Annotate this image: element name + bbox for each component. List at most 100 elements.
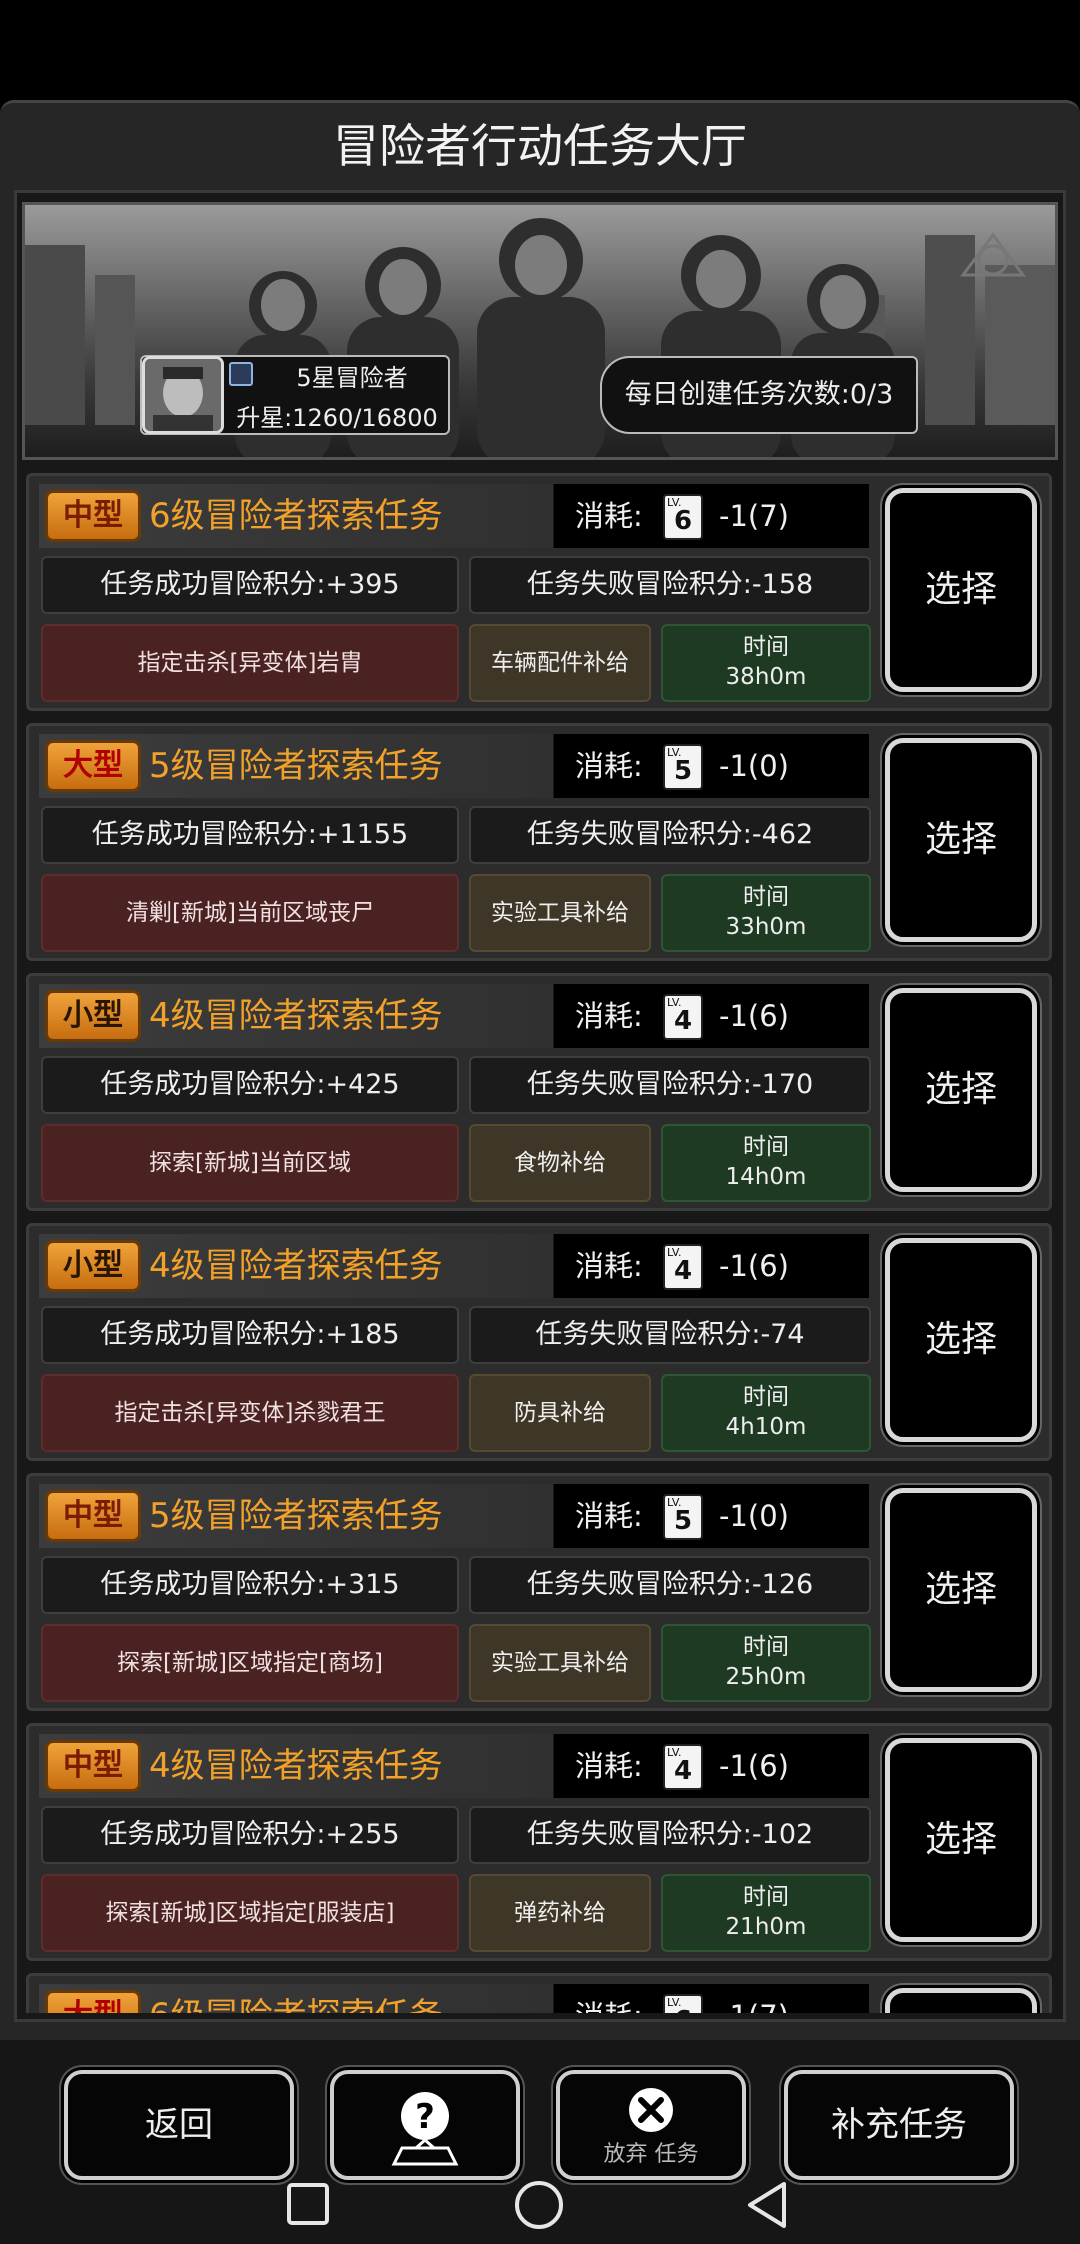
level-ticket-number: 4 <box>673 1256 693 1286</box>
fail-points: 任务失败冒险积分:-462 <box>469 806 871 864</box>
time-label: 时间 <box>743 634 789 660</box>
level-ticket-number: 5 <box>673 1506 693 1536</box>
time-value: 14h0m <box>725 1164 807 1190</box>
rank-badge-icon <box>229 362 253 386</box>
task-card[interactable]: 中型 4级冒险者探索任务 消耗: LV. 4 -1(6) 任务成功冒险积分:+255 任务失败… <box>26 1723 1052 1961</box>
square-icon[interactable] <box>286 2182 330 2226</box>
task-size-badge: 大型 <box>45 1990 141 2013</box>
level-ticket-number: 6 <box>673 506 693 536</box>
task-size-badge: 小型 <box>45 990 141 1042</box>
success-points: 任务成功冒险积分:+185 <box>41 1306 459 1364</box>
rank-progress: 升星:1260/16800 <box>236 404 438 432</box>
fail-points: 任务失败冒险积分:-126 <box>469 1556 871 1614</box>
task-time: 时间 14h0m <box>661 1124 871 1202</box>
success-points: 任务成功冒险积分:+255 <box>41 1806 459 1864</box>
success-points: 任务成功冒险积分:+425 <box>41 1056 459 1114</box>
task-time: 时间 21h0m <box>661 1874 871 1952</box>
task-target: 探索[新城]区域指定[服装店] <box>41 1874 459 1952</box>
level-ticket-icon: LV. 4 <box>663 1744 703 1790</box>
level-ticket-icon: LV.6 <box>663 1994 703 2013</box>
task-name: 4级冒险者探索任务 <box>149 1246 443 1286</box>
task-target: 探索[新城]区域指定[商场] <box>41 1624 459 1702</box>
select-button[interactable]: 选择 <box>885 1738 1037 1942</box>
task-list[interactable]: 中型 6级冒险者探索任务 消耗: LV. 6 -1(7) 任务成功冒险积分:+395 任务失败… <box>22 465 1058 2013</box>
level-ticket-icon: LV. 4 <box>663 994 703 1040</box>
task-reward: 实验工具补给 <box>469 1624 651 1702</box>
select-button[interactable]: 选择 <box>885 1238 1037 1442</box>
circle-icon[interactable] <box>514 2180 564 2230</box>
task-name: 5级冒险者探索任务 <box>149 746 443 786</box>
time-value: 21h0m <box>725 1914 807 1940</box>
rank-name: 5星冒险者 <box>296 364 408 392</box>
cost-label: 消耗: <box>575 1499 643 1533</box>
cost-label: 消耗: <box>575 999 643 1033</box>
success-points: 任务成功冒险积分:+395 <box>41 556 459 614</box>
cost-label: 消耗: <box>575 1986 643 2013</box>
task-time: 时间 25h0m <box>661 1624 871 1702</box>
cost-label: 消耗: <box>575 499 643 533</box>
task-reward: 实验工具补给 <box>469 874 651 952</box>
svg-text:?: ? <box>415 2097 435 2137</box>
task-card[interactable]: 大型 6级冒险者探索任务 消耗: LV.6 -1(7) 选择 <box>26 1973 1052 2013</box>
avatar[interactable] <box>142 356 224 434</box>
task-name: 5级冒险者探索任务 <box>149 1496 443 1536</box>
task-card[interactable]: 小型 4级冒险者探索任务 消耗: LV. 4 -1(6) 任务成功冒险积分:+425 任务失败… <box>26 973 1052 1211</box>
task-size-badge: 大型 <box>45 740 141 792</box>
system-nav-bar <box>0 2140 1080 2244</box>
task-reward: 车辆配件补给 <box>469 624 651 702</box>
fail-points: 任务失败冒险积分:-74 <box>469 1306 871 1364</box>
level-ticket-icon: LV. 5 <box>663 744 703 790</box>
cost-label: 消耗: <box>575 1249 643 1283</box>
select-button[interactable]: 选择 <box>885 1488 1037 1692</box>
task-size-badge: 中型 <box>45 1740 141 1792</box>
task-time: 时间 33h0m <box>661 874 871 952</box>
time-value: 25h0m <box>725 1664 807 1690</box>
time-value: 33h0m <box>725 914 807 940</box>
select-button[interactable]: 选择 <box>885 488 1037 692</box>
success-points: 任务成功冒险积分:+315 <box>41 1556 459 1614</box>
cost-label: 消耗: <box>575 1749 643 1783</box>
task-card[interactable]: 中型 6级冒险者探索任务 消耗: LV. 6 -1(7) 任务成功冒险积分:+395 任务失败… <box>26 473 1052 711</box>
cost-value: -1(0) <box>719 1499 789 1533</box>
cost-label: 消耗: <box>575 749 643 783</box>
task-name: 6级冒险者探索任务 <box>149 1986 443 2013</box>
page-title: 冒险者行动任务大厅 <box>333 119 747 173</box>
task-time: 时间 38h0m <box>661 624 871 702</box>
task-name: 4级冒险者探索任务 <box>149 1746 443 1786</box>
task-size-badge: 中型 <box>45 490 141 542</box>
task-name: 4级冒险者探索任务 <box>149 996 443 1036</box>
level-ticket-number: 4 <box>673 1756 693 1786</box>
fail-points: 任务失败冒险积分:-158 <box>469 556 871 614</box>
cost-value: -1(6) <box>719 1249 789 1283</box>
cost-value: -1(6) <box>719 1749 789 1783</box>
task-reward: 食物补给 <box>469 1124 651 1202</box>
fail-points: 任务失败冒险积分:-102 <box>469 1806 871 1864</box>
task-name: 6级冒险者探索任务 <box>149 496 443 536</box>
task-target: 指定击杀[异变体]岩胄 <box>41 624 459 702</box>
level-ticket-number: 4 <box>673 1006 693 1036</box>
level-ticket-number: 6 <box>665 2006 701 2013</box>
cost-value: -1(0) <box>719 749 789 783</box>
task-card[interactable]: 大型 5级冒险者探索任务 消耗: LV. 5 -1(0) 任务成功冒险积分:+1155 任务失… <box>26 723 1052 961</box>
cost-value: -1(6) <box>719 999 789 1033</box>
level-ticket-icon: LV.6 <box>663 494 703 540</box>
fail-points: 任务失败冒险积分:-170 <box>469 1056 871 1114</box>
task-reward: 防具补给 <box>469 1374 651 1452</box>
level-ticket-icon: LV. 5 <box>663 1494 703 1540</box>
level-ticket-number: 5 <box>673 756 693 786</box>
task-target: 探索[新城]当前区域 <box>41 1124 459 1202</box>
level-ticket-icon: LV. 4 <box>663 1244 703 1290</box>
task-target: 指定击杀[异变体]杀戮君王 <box>41 1374 459 1452</box>
select-button[interactable]: 选择 <box>885 988 1037 1192</box>
time-label: 时间 <box>743 1884 789 1910</box>
task-card[interactable]: 小型 4级冒险者探索任务 消耗: LV. 4 -1(6) 任务成功冒险积分:+185 任务失败… <box>26 1223 1052 1461</box>
task-target: 清剿[新城]当前区域丧尸 <box>41 874 459 952</box>
select-button[interactable]: 选择 <box>885 1988 1037 2013</box>
task-reward: 弹药补给 <box>469 1874 651 1952</box>
select-button[interactable]: 选择 <box>885 738 1037 942</box>
task-card[interactable]: 中型 5级冒险者探索任务 消耗: LV. 5 -1(0) 任务成功冒险积分:+315 任务失败… <box>26 1473 1052 1711</box>
triangle-back-icon[interactable] <box>744 2180 790 2230</box>
task-size-badge: 中型 <box>45 1490 141 1542</box>
task-time: 时间 4h10m <box>661 1374 871 1452</box>
time-label: 时间 <box>743 1384 789 1410</box>
